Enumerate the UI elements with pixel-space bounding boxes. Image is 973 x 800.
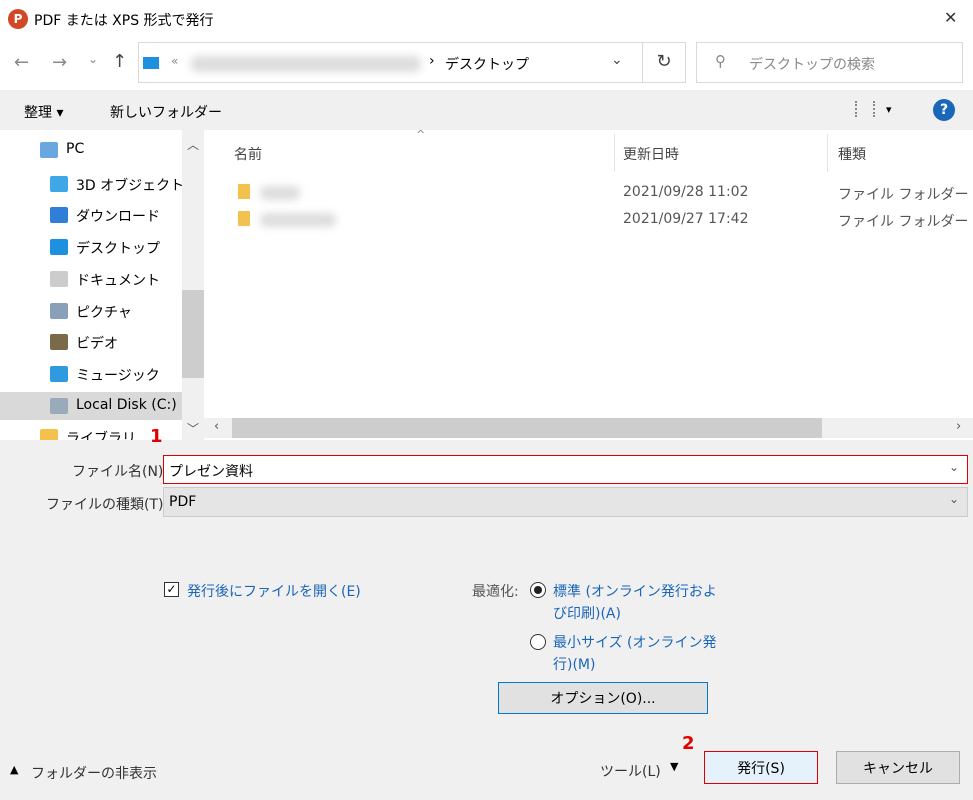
- file-type: ファイル フォルダー: [838, 187, 969, 203]
- document-icon: [50, 270, 68, 287]
- sidebar-item[interactable]: デスクトップ: [0, 233, 182, 261]
- chevron-down-icon[interactable]: ⌄: [949, 460, 959, 474]
- horizontal-scrollbar-thumb[interactable]: [232, 418, 822, 438]
- sidebar-item-label: Local Disk (C:): [76, 396, 177, 413]
- cancel-button[interactable]: キャンセル: [836, 751, 960, 784]
- filename-input[interactable]: プレゼン資料 ⌄: [163, 455, 968, 484]
- up-button[interactable]: ↑: [112, 51, 127, 72]
- search-icon: ⚲: [715, 52, 726, 70]
- navigation-pane: PC 3D オブジェクト ダウンロード デスクトップ ドキュメント ピクチャビデオミュージ…: [0, 130, 204, 440]
- search-placeholder: デスクトップの検索: [749, 57, 875, 73]
- cube-icon: [50, 175, 68, 192]
- nav-scrollbar-thumb[interactable]: [182, 290, 204, 378]
- close-button[interactable]: ✕: [944, 8, 957, 27]
- file-row[interactable]: 2021/09/28 11:02 ファイル フォルダー: [204, 182, 973, 204]
- address-overflow[interactable]: «: [171, 54, 178, 68]
- sidebar-item[interactable]: PC: [0, 136, 182, 164]
- optimize-standard-label-2[interactable]: び印刷)(A): [553, 603, 621, 623]
- window-title: PDF または XPS 形式で発行: [34, 13, 214, 29]
- filetype-label: ファイルの種類(T):: [46, 497, 169, 513]
- video-icon: [50, 334, 68, 351]
- sidebar-item[interactable]: ビデオ: [0, 328, 182, 356]
- filename-value: プレゼン資料: [169, 464, 253, 480]
- publish-button[interactable]: 発行(S): [704, 751, 818, 784]
- folder-icon: [238, 184, 250, 199]
- optimize-standard-label-1[interactable]: 標準 (オンライン発行およ: [553, 581, 717, 601]
- nav-scrollbar[interactable]: ︿ ﹀: [182, 130, 204, 440]
- column-header-name[interactable]: 名前: [234, 144, 262, 164]
- address-separator[interactable]: ›: [429, 53, 435, 69]
- sidebar-item[interactable]: ダウンロード: [0, 201, 182, 229]
- step-1-annotation: 1: [150, 426, 163, 447]
- optimize-standard-radio[interactable]: [530, 582, 546, 598]
- step-2-annotation: 2: [682, 733, 695, 754]
- view-dropdown[interactable]: ▾: [886, 103, 892, 116]
- sort-indicator-icon: ^: [416, 128, 426, 141]
- sidebar-item-label: ダウンロード: [76, 209, 160, 226]
- address-current[interactable]: デスクトップ: [445, 54, 529, 74]
- blurred-name: [260, 213, 336, 227]
- column-header-date[interactable]: 更新日時: [623, 144, 679, 164]
- chevron-up-icon[interactable]: ▲: [10, 763, 18, 776]
- desktop-icon: [143, 57, 159, 69]
- open-after-label[interactable]: 発行後にファイルを開く(E): [187, 581, 361, 601]
- sidebar-item[interactable]: ドキュメント: [0, 265, 182, 293]
- refresh-button[interactable]: ↻: [642, 42, 686, 83]
- desktop-icon: [50, 239, 68, 256]
- sidebar-item[interactable]: ミュージック: [0, 360, 182, 388]
- sidebar-item-label: ライブラリ: [66, 431, 136, 440]
- file-row[interactable]: 2021/09/27 17:42 ファイル フォルダー: [204, 209, 973, 231]
- pc-icon: [40, 142, 58, 158]
- disk-icon: [50, 397, 68, 414]
- file-list: ^ 名前 更新日時 種類 2021/09/28 11:02 ファイル フォルダー…: [204, 128, 973, 440]
- filetype-value: PDF: [169, 494, 197, 510]
- blurred-name: [260, 186, 300, 200]
- optimize-minimum-label-1[interactable]: 最小サイズ (オンライン発: [553, 632, 717, 652]
- view-icon[interactable]: [855, 101, 875, 117]
- powerpoint-icon: P: [8, 9, 28, 29]
- open-after-checkbox[interactable]: ✓: [164, 582, 179, 597]
- forward-button[interactable]: →: [52, 52, 67, 73]
- music-icon: [50, 365, 68, 382]
- sidebar-item-label: ビデオ: [76, 336, 118, 353]
- sidebar-item-label: デスクトップ: [76, 241, 160, 258]
- file-date: 2021/09/27 17:42: [623, 211, 749, 227]
- search-input[interactable]: ⚲ デスクトップの検索: [696, 42, 963, 83]
- horizontal-scrollbar[interactable]: ‹ ›: [204, 418, 973, 438]
- file-date: 2021/09/28 11:02: [623, 184, 749, 200]
- chevron-down-icon[interactable]: ⌄: [949, 492, 959, 506]
- filetype-select[interactable]: PDF ⌄: [163, 487, 968, 517]
- picture-icon: [50, 302, 68, 319]
- sidebar-item-label: ミュージック: [76, 367, 160, 384]
- tools-menu[interactable]: ツール(L): [600, 761, 661, 781]
- help-button[interactable]: ?: [933, 99, 955, 121]
- optimize-label: 最適化:: [472, 584, 519, 600]
- folder-icon: [238, 211, 250, 226]
- back-button[interactable]: ←: [14, 52, 29, 73]
- address-bar[interactable]: « › デスクトップ ⌄: [138, 42, 643, 83]
- sidebar-item-label: PC: [66, 141, 85, 157]
- tools-dropdown-icon[interactable]: ▼: [670, 760, 678, 773]
- filename-label: ファイル名(N):: [72, 464, 169, 480]
- options-button[interactable]: オプション(O)...: [498, 682, 708, 714]
- optimize-minimum-radio[interactable]: [530, 634, 546, 650]
- optimize-minimum-label-2[interactable]: 行)(M): [553, 654, 595, 674]
- sidebar-item[interactable]: 3D オブジェクト: [0, 170, 185, 198]
- organize-menu[interactable]: 整理 ▾: [24, 102, 63, 122]
- sidebar-item-label: ピクチャ: [76, 304, 132, 321]
- column-header-type[interactable]: 種類: [838, 144, 866, 164]
- sidebar-item[interactable]: ピクチャ: [0, 297, 182, 325]
- folder-icon: [40, 429, 58, 440]
- recent-locations-button[interactable]: ⌄: [88, 52, 98, 66]
- blurred-path: [191, 56, 421, 72]
- download-icon: [50, 207, 68, 224]
- file-type: ファイル フォルダー: [838, 214, 969, 230]
- hide-folders-button[interactable]: フォルダーの非表示: [31, 763, 157, 783]
- sidebar-item[interactable]: Local Disk (C:): [0, 391, 182, 420]
- sidebar-item-label: ドキュメント: [76, 272, 160, 289]
- sidebar-item-label: 3D オブジェクト: [76, 177, 185, 194]
- address-dropdown-icon[interactable]: ⌄: [611, 52, 623, 68]
- new-folder-button[interactable]: 新しいフォルダー: [110, 102, 222, 122]
